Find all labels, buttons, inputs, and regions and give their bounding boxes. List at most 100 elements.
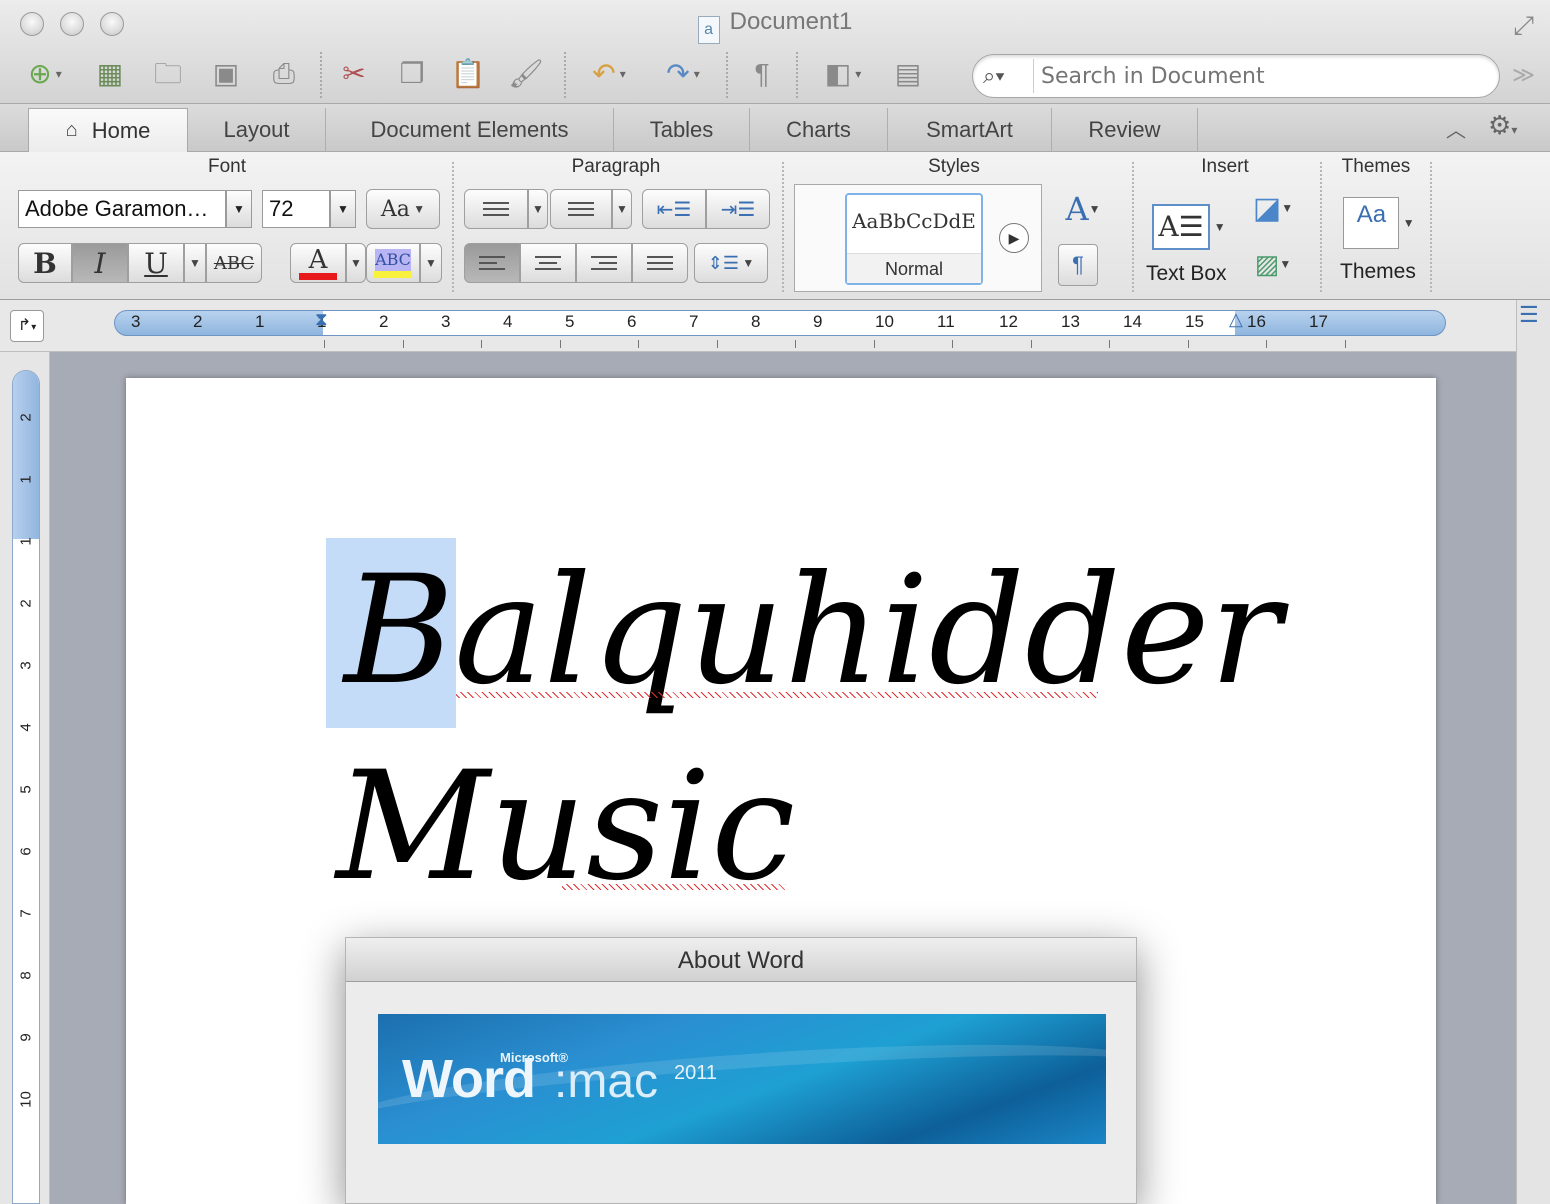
- new-document-button[interactable]: ⊕ ▾: [14, 54, 76, 94]
- align-right-icon: [591, 252, 617, 274]
- text-box-label[interactable]: Text Box: [1146, 262, 1227, 286]
- themes-button[interactable]: Aa ▼: [1336, 194, 1422, 252]
- view-layout-icon[interactable]: ☰: [1519, 302, 1539, 328]
- chevron-down-icon: ▼: [532, 202, 544, 216]
- font-name-field[interactable]: Adobe Garamon…: [18, 190, 226, 228]
- show-formatting-button[interactable]: ¶: [740, 54, 784, 94]
- chevron-down-icon: ▾: [693, 67, 700, 81]
- ruler-number: 10: [875, 312, 894, 331]
- right-indent-marker[interactable]: △: [1229, 309, 1243, 330]
- cut-button[interactable]: ✂: [332, 54, 376, 94]
- ribbon-tab-bar: ⌂ Home Layout Document Elements Tables Ch…: [0, 104, 1550, 152]
- search-field[interactable]: ⌕▾: [972, 54, 1500, 98]
- font-color-glyph: A: [308, 244, 328, 275]
- vertical-ruler-number: 1: [17, 475, 35, 484]
- italic-button[interactable]: I: [72, 243, 128, 283]
- picture-button[interactable]: ▨ ▼: [1242, 244, 1304, 284]
- increase-indent-icon: ⇥☰: [720, 198, 756, 221]
- tab-review[interactable]: Review: [1052, 108, 1198, 152]
- style-name-label: Normal: [847, 253, 981, 283]
- undo-button[interactable]: ↶ ▾: [576, 54, 642, 94]
- ruler-ticks: [114, 338, 1446, 348]
- numbering-dropdown[interactable]: ▼: [612, 189, 632, 229]
- toolbar-overflow-icon[interactable]: ≫: [1512, 62, 1535, 88]
- paragraph-group-title: Paragraph: [571, 156, 661, 177]
- tab-tables-label: Tables: [649, 117, 714, 142]
- font-size-field[interactable]: 72: [262, 190, 330, 228]
- highlight-glyph: ABC: [375, 248, 411, 271]
- search-input[interactable]: [1041, 61, 1481, 91]
- tab-smartart[interactable]: SmartArt: [888, 108, 1052, 152]
- vertical-ruler-number: 3: [17, 661, 35, 670]
- change-case-button[interactable]: Aa ▼: [366, 189, 440, 229]
- copy-icon: ❐: [399, 58, 425, 89]
- highlight-dropdown[interactable]: ▼: [420, 243, 442, 283]
- highlight-button[interactable]: ABC: [366, 243, 420, 283]
- ruler-number: 17: [1309, 312, 1328, 331]
- horizontal-ruler[interactable]: 3 2 1 1 2 3 4 5 6 7 8 9 10 11 12 13 14 15 16 17 ⧗ △: [114, 309, 1446, 336]
- print-button[interactable]: ⎙: [262, 54, 306, 94]
- ruler-number: 7: [689, 312, 699, 331]
- themes-label[interactable]: Themes: [1340, 260, 1416, 284]
- sidebar-icon: ◧: [824, 58, 852, 89]
- align-center-button[interactable]: [520, 243, 576, 283]
- ruler-text-area: [323, 311, 1235, 335]
- search-icon[interactable]: ⌕▾: [983, 63, 1005, 89]
- collapse-ribbon-icon[interactable]: ︿: [1446, 114, 1466, 143]
- strikethrough-button[interactable]: ABC: [206, 243, 262, 283]
- bold-button[interactable]: B: [18, 243, 72, 283]
- about-word-dialog: About Word Microsoft® Word :mac 2011: [345, 937, 1137, 1204]
- media-browser-button[interactable]: ▤: [886, 54, 930, 94]
- fullscreen-icon[interactable]: ⤢: [1513, 10, 1534, 42]
- vertical-ruler[interactable]: 2 1 1 2 3 4 5 6 7 8 9 10: [12, 370, 40, 1204]
- tab-document-elements-label: Document Elements: [370, 117, 569, 142]
- styles-next-button[interactable]: ▶: [999, 223, 1029, 253]
- save-button[interactable]: ▣: [204, 54, 248, 94]
- font-color-button[interactable]: A: [290, 243, 346, 283]
- text-effects-button[interactable]: A ▼: [1054, 186, 1112, 232]
- shapes-button[interactable]: ◪ ▼: [1242, 188, 1304, 228]
- document-line-1[interactable]: Balquhidder: [344, 556, 1281, 706]
- bullets-button[interactable]: [464, 189, 528, 229]
- paste-button[interactable]: 📋: [446, 54, 490, 94]
- decrease-indent-button[interactable]: ⇤☰: [642, 189, 706, 229]
- sidebar-button[interactable]: ◧ ▾: [810, 54, 876, 94]
- gear-icon[interactable]: ⚙▾: [1488, 110, 1517, 141]
- copy-button[interactable]: ❐: [390, 54, 434, 94]
- format-painter-button[interactable]: 🖌: [504, 54, 548, 94]
- vertical-ruler-number: 8: [17, 971, 35, 980]
- increase-indent-button[interactable]: ⇥☰: [706, 189, 770, 229]
- tab-home[interactable]: ⌂ Home: [28, 108, 188, 152]
- font-color-dropdown[interactable]: ▼: [346, 243, 366, 283]
- align-left-button[interactable]: [464, 243, 520, 283]
- chevron-down-icon: ▼: [1279, 257, 1292, 271]
- left-indent-marker[interactable]: ⧗: [315, 309, 328, 330]
- text-box-button[interactable]: A☰ ▼: [1146, 200, 1232, 254]
- open-button[interactable]: 🗀: [146, 54, 190, 94]
- styles-pane-button[interactable]: ¶: [1058, 244, 1098, 286]
- chevron-down-icon: ▼: [425, 256, 437, 270]
- line-spacing-button[interactable]: ⇕☰ ▼: [694, 243, 768, 283]
- bullet-list-icon: [483, 198, 509, 220]
- font-size-dropdown[interactable]: ▼: [330, 190, 356, 228]
- tab-charts[interactable]: Charts: [750, 108, 888, 152]
- tab-document-elements[interactable]: Document Elements: [326, 108, 614, 152]
- toolbar-separator: [564, 52, 566, 98]
- font-name-dropdown[interactable]: ▼: [226, 190, 252, 228]
- bullets-dropdown[interactable]: ▼: [528, 189, 548, 229]
- chevron-down-icon: ▼: [350, 256, 362, 270]
- underline-dropdown[interactable]: ▼: [184, 243, 206, 283]
- document-line-2[interactable]: Music: [336, 752, 795, 902]
- align-right-button[interactable]: [576, 243, 632, 283]
- gallery-button[interactable]: ▦: [88, 54, 132, 94]
- tab-layout[interactable]: Layout: [188, 108, 326, 152]
- tab-stop-selector[interactable]: ↱▾: [10, 310, 44, 342]
- redo-button[interactable]: ↷ ▾: [650, 54, 716, 94]
- numbering-button[interactable]: [550, 189, 612, 229]
- underline-button[interactable]: U: [128, 243, 184, 283]
- tab-tables[interactable]: Tables: [614, 108, 750, 152]
- vertical-ruler-number: 6: [17, 847, 35, 856]
- style-normal[interactable]: AaBbCcDdE Normal: [845, 193, 983, 285]
- justify-button[interactable]: [632, 243, 688, 283]
- vertical-ruler-margin: [13, 371, 39, 539]
